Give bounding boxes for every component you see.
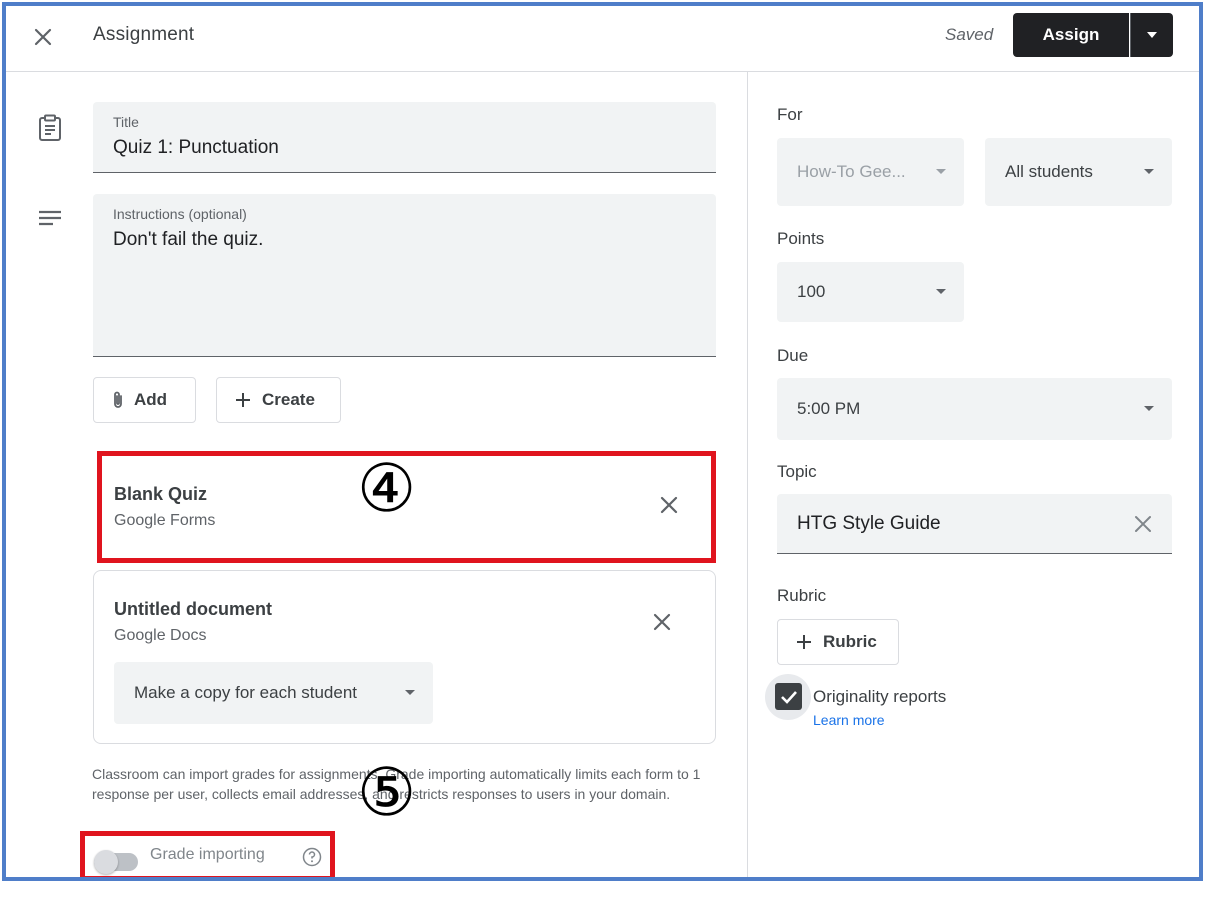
instructions-label: Instructions (optional) bbox=[113, 206, 247, 222]
instructions-icon bbox=[39, 210, 61, 226]
class-value: How-To Gee... bbox=[797, 162, 906, 181]
due-label: Due bbox=[777, 346, 809, 365]
students-value: All students bbox=[1005, 162, 1093, 181]
points-value: 100 bbox=[797, 282, 826, 301]
attachment-subtitle: Google Forms bbox=[114, 512, 216, 529]
column-divider bbox=[747, 72, 748, 877]
page-title: Assignment bbox=[93, 24, 195, 45]
due-value: 5:00 PM bbox=[797, 399, 861, 418]
grade-importing-label: Grade importing bbox=[150, 846, 265, 863]
caret-down-icon bbox=[405, 690, 415, 695]
paperclip-icon bbox=[114, 391, 122, 408]
originality-label: Originality reports bbox=[813, 687, 947, 706]
assign-button[interactable]: Assign bbox=[1013, 13, 1129, 57]
saved-status: Saved bbox=[945, 25, 994, 44]
title-value: Quiz 1: Punctuation bbox=[113, 137, 279, 158]
sharing-option-select[interactable]: Make a copy for each student bbox=[114, 662, 433, 724]
step-5-marker: ⑤ bbox=[357, 754, 417, 831]
create-button[interactable]: Create bbox=[216, 377, 341, 423]
title-label: Title bbox=[113, 114, 139, 130]
caret-down-icon bbox=[936, 289, 946, 294]
students-select[interactable]: All students bbox=[985, 138, 1172, 206]
create-label: Create bbox=[262, 390, 315, 409]
rubric-button-label: Rubric bbox=[823, 632, 877, 651]
close-icon bbox=[34, 28, 52, 46]
class-select[interactable]: How-To Gee... bbox=[777, 138, 964, 206]
instructions-field[interactable]: Instructions (optional) Don't fail the q… bbox=[93, 194, 716, 357]
points-label: Points bbox=[777, 229, 825, 248]
grade-importing-toggle[interactable] bbox=[94, 850, 138, 874]
points-select[interactable]: 100 bbox=[777, 262, 964, 322]
assign-options-button[interactable] bbox=[1130, 13, 1173, 57]
learn-more-link[interactable]: Learn more bbox=[813, 712, 885, 728]
caret-down-icon bbox=[1144, 406, 1154, 411]
close-button[interactable] bbox=[28, 22, 58, 52]
topic-select[interactable]: HTG Style Guide bbox=[777, 494, 1172, 554]
assign-button-group: Assign bbox=[1013, 13, 1173, 57]
remove-attachment-button[interactable] bbox=[654, 490, 684, 520]
checkmark-icon bbox=[780, 690, 797, 704]
due-select[interactable]: 5:00 PM bbox=[777, 378, 1172, 440]
add-button[interactable]: Add bbox=[93, 377, 196, 423]
sharing-option-value: Make a copy for each student bbox=[134, 683, 358, 702]
app-window: Assignment Saved Assign Title Quiz 1: Pu… bbox=[2, 2, 1203, 881]
top-bar: Assignment Saved Assign bbox=[6, 6, 1199, 72]
close-icon bbox=[660, 496, 678, 514]
attachment-subtitle: Google Docs bbox=[114, 627, 207, 644]
caret-down-icon bbox=[1147, 32, 1157, 38]
attachment-untitled-document[interactable]: Untitled document Google Docs Make a cop… bbox=[93, 570, 716, 744]
close-icon bbox=[653, 613, 671, 631]
help-icon[interactable] bbox=[302, 847, 322, 867]
add-label: Add bbox=[134, 390, 168, 409]
title-field[interactable]: Title Quiz 1: Punctuation bbox=[93, 102, 716, 173]
attachment-title: Blank Quiz bbox=[114, 484, 208, 504]
caret-down-icon bbox=[936, 169, 946, 174]
rubric-label: Rubric bbox=[777, 586, 827, 605]
for-label: For bbox=[777, 105, 803, 124]
attachment-title: Untitled document bbox=[114, 599, 272, 619]
step-4-marker: ④ bbox=[357, 450, 417, 527]
toggle-knob bbox=[94, 850, 118, 874]
originality-checkbox[interactable] bbox=[775, 683, 802, 710]
clear-topic-icon[interactable] bbox=[1134, 515, 1152, 533]
remove-attachment-button[interactable] bbox=[647, 607, 677, 637]
assignment-icon bbox=[39, 114, 61, 141]
plus-icon bbox=[797, 635, 811, 649]
plus-icon bbox=[236, 393, 250, 407]
caret-down-icon bbox=[1144, 169, 1154, 174]
topic-value: HTG Style Guide bbox=[797, 512, 941, 534]
topic-label: Topic bbox=[777, 462, 817, 481]
add-rubric-button[interactable]: Rubric bbox=[777, 619, 899, 665]
instructions-value: Don't fail the quiz. bbox=[113, 229, 264, 250]
